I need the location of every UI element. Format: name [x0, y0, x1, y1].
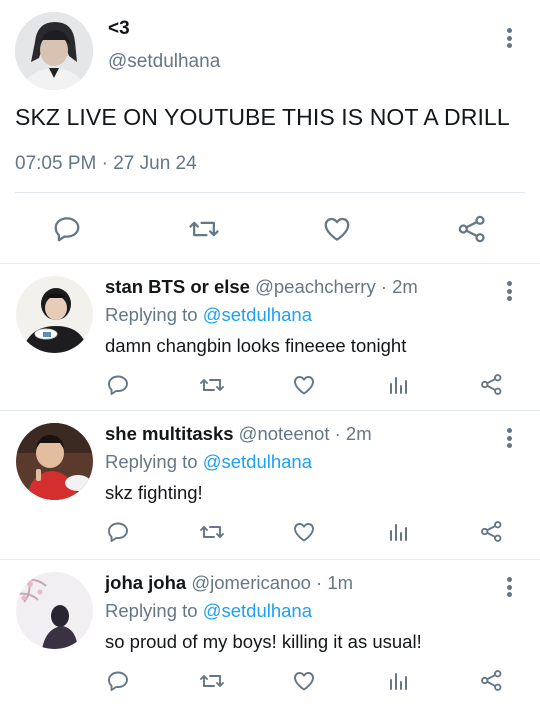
reply-header: joha joha @jomericanoo · 1m: [105, 572, 353, 594]
more-options-icon[interactable]: [500, 25, 518, 51]
avatar[interactable]: [16, 572, 93, 649]
tweet-actions: [0, 209, 540, 251]
replying-to-link[interactable]: @setdulhana: [203, 304, 312, 325]
reply-actions: [0, 520, 540, 548]
main-tweet: <3 @setdulhana SKZ LIVE ON YOUTUBE THIS …: [0, 0, 540, 264]
divider: [15, 192, 525, 193]
handle[interactable]: @setdulhana: [108, 51, 220, 73]
reply-actions: [0, 373, 540, 401]
replying-to: Replying to @setdulhana: [105, 304, 312, 326]
reply-header: stan BTS or else @peachcherry · 2m: [105, 276, 418, 298]
avatar-photo: [16, 276, 93, 353]
display-name[interactable]: she multitasks: [105, 423, 234, 444]
reply-text: damn changbin looks fineeee tonight: [105, 335, 407, 356]
avatar-photo: [15, 12, 93, 90]
reply-text: so proud of my boys! killing it as usual…: [105, 631, 422, 652]
replying-to-link[interactable]: @setdulhana: [203, 451, 312, 472]
display-name[interactable]: <3: [108, 18, 130, 40]
display-name[interactable]: joha joha: [105, 572, 186, 593]
reply-icon[interactable]: [106, 669, 130, 693]
reply-actions: [0, 669, 540, 697]
share-icon[interactable]: [456, 213, 488, 245]
retweet-icon[interactable]: [199, 373, 225, 397]
replying-to-prefix: Replying to: [105, 304, 198, 325]
tweet-timestamp: 07:05 PM · 27 Jun 24: [15, 153, 197, 174]
share-icon[interactable]: [479, 519, 504, 544]
replying-to: Replying to @setdulhana: [105, 451, 312, 473]
reply-text: skz fighting!: [105, 482, 203, 503]
reply-tweet[interactable]: joha joha @jomericanoo · 1m Replying to …: [0, 560, 540, 707]
like-icon[interactable]: [292, 373, 316, 397]
analytics-icon[interactable]: [386, 669, 410, 693]
retweet-icon[interactable]: [199, 669, 225, 693]
like-icon[interactable]: [322, 214, 352, 244]
share-icon[interactable]: [479, 668, 504, 693]
replying-to-prefix: Replying to: [105, 600, 198, 621]
handle-and-time[interactable]: @noteenot · 2m: [239, 423, 372, 444]
avatar-photo: [16, 423, 93, 500]
tweet-text: SKZ LIVE ON YOUTUBE THIS IS NOT A DRILL: [15, 104, 510, 130]
more-options-icon[interactable]: [500, 425, 518, 451]
reply-icon[interactable]: [52, 214, 82, 244]
avatar[interactable]: [16, 423, 93, 500]
avatar-photo: [16, 572, 93, 649]
reply-header: she multitasks @noteenot · 2m: [105, 423, 372, 445]
handle-and-time[interactable]: @jomericanoo · 1m: [191, 572, 353, 593]
replying-to-prefix: Replying to: [105, 451, 198, 472]
analytics-icon[interactable]: [386, 373, 410, 397]
replying-to: Replying to @setdulhana: [105, 600, 312, 622]
avatar[interactable]: [16, 276, 93, 353]
share-icon[interactable]: [479, 372, 504, 397]
display-name[interactable]: stan BTS or else: [105, 276, 250, 297]
like-icon[interactable]: [292, 520, 316, 544]
reply-tweet[interactable]: she multitasks @noteenot · 2m Replying t…: [0, 411, 540, 560]
analytics-icon[interactable]: [386, 520, 410, 544]
more-options-icon[interactable]: [500, 278, 518, 304]
like-icon[interactable]: [292, 669, 316, 693]
reply-tweet[interactable]: stan BTS or else @peachcherry · 2m Reply…: [0, 264, 540, 411]
replying-to-link[interactable]: @setdulhana: [203, 600, 312, 621]
handle-and-time[interactable]: @peachcherry · 2m: [255, 276, 418, 297]
retweet-icon[interactable]: [199, 520, 225, 544]
reply-icon[interactable]: [106, 373, 130, 397]
avatar[interactable]: [15, 12, 93, 90]
reply-icon[interactable]: [106, 520, 130, 544]
retweet-icon[interactable]: [188, 214, 220, 244]
more-options-icon[interactable]: [500, 574, 518, 600]
